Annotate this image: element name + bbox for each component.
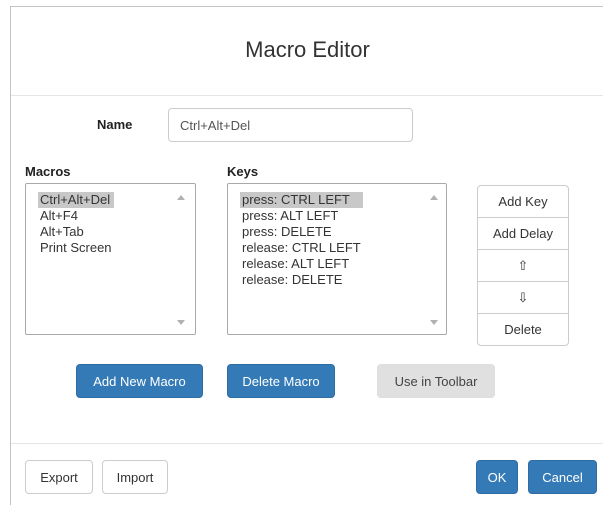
name-input[interactable] xyxy=(168,108,413,142)
delete-key-button[interactable]: Delete xyxy=(477,313,569,346)
key-item[interactable]: press: ALT LEFT xyxy=(240,208,363,224)
use-in-toolbar-button[interactable]: Use in Toolbar xyxy=(377,364,495,398)
macro-item[interactable]: Ctrl+Alt+Del xyxy=(38,192,114,208)
keys-list: press: CTRL LEFT press: ALT LEFT press: … xyxy=(240,192,363,288)
move-down-button[interactable]: ⇩ xyxy=(477,281,569,314)
keys-label: Keys xyxy=(227,164,259,179)
macro-item[interactable]: Alt+F4 xyxy=(38,208,114,224)
arrow-up-icon: ⇧ xyxy=(517,257,529,273)
key-item[interactable]: press: CTRL LEFT xyxy=(240,192,363,208)
macros-scroll-up-icon[interactable] xyxy=(177,195,185,200)
delete-macro-button[interactable]: Delete Macro xyxy=(227,364,335,398)
footer-divider xyxy=(11,443,603,444)
export-button[interactable]: Export xyxy=(25,460,93,494)
macros-label: Macros xyxy=(25,164,71,179)
key-item[interactable]: release: CTRL LEFT xyxy=(240,240,363,256)
keys-listbox[interactable]: press: CTRL LEFT press: ALT LEFT press: … xyxy=(227,183,447,335)
dialog-header: Macro Editor xyxy=(11,7,603,96)
macro-item[interactable]: Alt+Tab xyxy=(38,224,114,240)
import-button[interactable]: Import xyxy=(102,460,168,494)
macro-editor-dialog: Macro Editor Name Macros Ctrl+Alt+Del Al… xyxy=(10,6,603,505)
key-item[interactable]: release: ALT LEFT xyxy=(240,256,363,272)
move-up-button[interactable]: ⇧ xyxy=(477,249,569,282)
add-delay-button[interactable]: Add Delay xyxy=(477,217,569,250)
keys-scroll-up-icon[interactable] xyxy=(430,195,438,200)
macros-list: Ctrl+Alt+Del Alt+F4 Alt+Tab Print Screen xyxy=(38,192,114,256)
keys-scroll-down-icon[interactable] xyxy=(430,320,438,325)
macros-scroll-down-icon[interactable] xyxy=(177,320,185,325)
macro-item[interactable]: Print Screen xyxy=(38,240,114,256)
cancel-button[interactable]: Cancel xyxy=(528,460,597,494)
dialog-title: Macro Editor xyxy=(245,37,370,62)
name-label: Name xyxy=(97,117,133,132)
ok-button[interactable]: OK xyxy=(476,460,518,494)
key-item[interactable]: release: DELETE xyxy=(240,272,363,288)
arrow-down-icon: ⇩ xyxy=(517,289,529,305)
key-button-group: Add Key Add Delay ⇧ ⇩ Delete xyxy=(477,185,569,346)
add-key-button[interactable]: Add Key xyxy=(477,185,569,218)
key-item[interactable]: press: DELETE xyxy=(240,224,363,240)
macros-listbox[interactable]: Ctrl+Alt+Del Alt+F4 Alt+Tab Print Screen xyxy=(25,183,196,335)
add-new-macro-button[interactable]: Add New Macro xyxy=(76,364,203,398)
